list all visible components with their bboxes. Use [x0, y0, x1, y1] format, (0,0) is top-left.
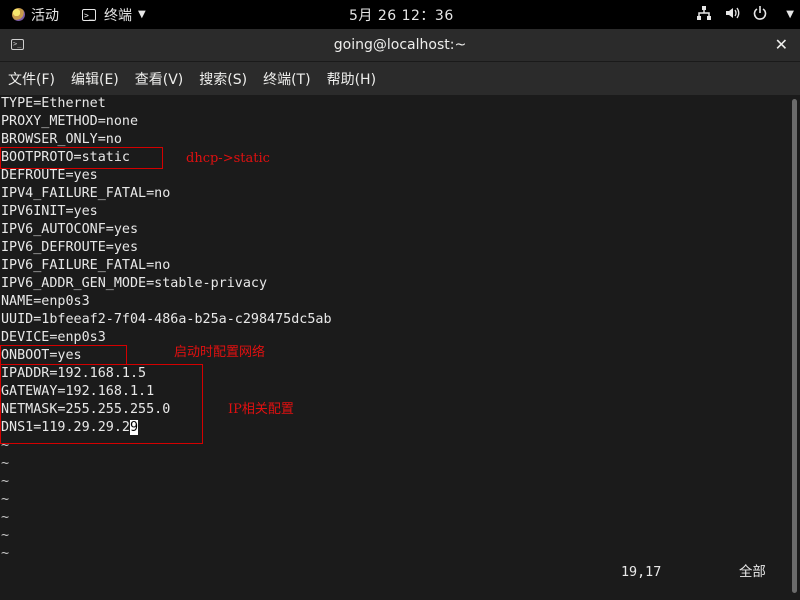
- chevron-down-icon: ▼: [138, 9, 146, 20]
- clock[interactable]: 5月 26 12：36: [349, 0, 454, 29]
- bootproto-highlight-box: [0, 147, 163, 169]
- terminal-content[interactable]: TYPE=Ethernet PROXY_METHOD=none BROWSER_…: [0, 95, 790, 600]
- system-tray[interactable]: ▼: [690, 0, 800, 29]
- scrollbar[interactable]: [790, 95, 800, 600]
- config-line: IPV6_ADDR_GEN_MODE=stable-privacy: [1, 276, 268, 291]
- menu-terminal[interactable]: 终端(T): [255, 62, 318, 95]
- network-icon[interactable]: [696, 5, 712, 25]
- config-line: IPV6_AUTOCONF=yes: [1, 222, 139, 237]
- power-icon[interactable]: [752, 5, 768, 25]
- config-line: UUID=1bfeeaf2-7f04-486a-b25a-c298475dc5a…: [1, 312, 332, 327]
- onboot-highlight-box: [0, 345, 127, 365]
- gnome-foot-icon: [12, 8, 25, 21]
- activities-label: 活动: [31, 7, 59, 24]
- menu-bar: 文件(F) 编辑(E) 查看(V) 搜索(S) 终端(T) 帮助(H): [0, 62, 800, 95]
- window-titlebar[interactable]: >_ going@localhost:~ ✕: [0, 29, 800, 62]
- empty-line-marker: ~: [1, 528, 10, 543]
- ip-config-highlight-box: [0, 364, 203, 444]
- config-line: PROXY_METHOD=none: [1, 114, 139, 129]
- menu-view[interactable]: 查看(V): [127, 62, 192, 95]
- config-line: TYPE=Ethernet: [1, 96, 106, 111]
- scrollbar-thumb[interactable]: [792, 99, 797, 593]
- menu-edit[interactable]: 编辑(E): [63, 62, 127, 95]
- volume-icon[interactable]: [724, 5, 740, 25]
- config-line: IPV6INIT=yes: [1, 204, 98, 219]
- empty-line-marker: ~: [1, 510, 10, 525]
- ip-config-annotation: IP相关配置: [228, 402, 294, 417]
- window-title: going@localhost:~: [333, 37, 467, 53]
- cursor-position: 19,17: [621, 565, 662, 580]
- terminal-icon: >_: [11, 39, 24, 50]
- menu-search[interactable]: 搜索(S): [191, 62, 255, 95]
- empty-line-marker: ~: [1, 456, 10, 471]
- config-line: IPV6_FAILURE_FATAL=no: [1, 258, 171, 273]
- terminal-window: >_ going@localhost:~ ✕ 文件(F) 编辑(E) 查看(V)…: [0, 29, 800, 600]
- config-line: IPV6_DEFROUTE=yes: [1, 240, 139, 255]
- config-line: IPV4_FAILURE_FATAL=no: [1, 186, 171, 201]
- onboot-annotation: 启动时配置网络: [174, 345, 266, 360]
- bootproto-annotation: dhcp->static: [186, 151, 270, 166]
- top-bar: 活动 >_ 终端 ▼ 5月 26 12：36 ▼: [0, 0, 800, 29]
- scroll-position-label: 全部: [739, 565, 766, 580]
- config-line: DEFROUTE=yes: [1, 168, 98, 183]
- chevron-down-icon[interactable]: ▼: [786, 9, 794, 20]
- config-line: NAME=enp0s3: [1, 294, 90, 309]
- empty-line-marker: ~: [1, 492, 10, 507]
- menu-help[interactable]: 帮助(H): [319, 62, 384, 95]
- activities-button[interactable]: 活动: [12, 0, 59, 29]
- close-button[interactable]: ✕: [775, 35, 788, 54]
- menu-file[interactable]: 文件(F): [0, 62, 63, 95]
- app-menu-label: 终端: [104, 7, 132, 24]
- terminal-icon: >_: [82, 8, 96, 21]
- empty-line-marker: ~: [1, 474, 10, 489]
- app-menu-button[interactable]: >_ 终端 ▼: [82, 0, 146, 29]
- empty-line-marker: ~: [1, 546, 10, 561]
